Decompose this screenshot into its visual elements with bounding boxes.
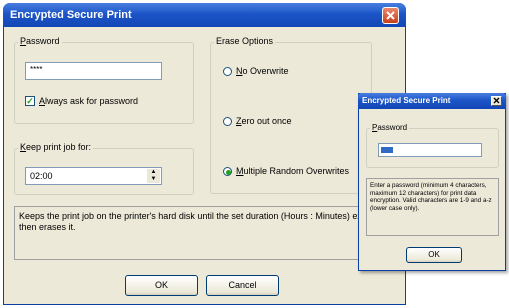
no-overwrite-label: No Overwrite (236, 66, 289, 76)
cancel-button[interactable]: Cancel (206, 275, 279, 296)
description-text: Keeps the print job on the printer's har… (19, 211, 362, 232)
spinner-down-button[interactable]: ▼ (147, 176, 160, 183)
spinner-up-button[interactable]: ▲ (147, 169, 160, 176)
always-ask-checkbox[interactable]: ✓ (25, 96, 35, 106)
ok-label: OK (154, 280, 168, 290)
popup-close-button[interactable] (491, 96, 502, 106)
zero-out-once-label: Zero out once (236, 116, 292, 126)
zero-out-once-radio[interactable] (223, 117, 232, 126)
always-ask-label: Always ask for password (39, 96, 139, 106)
close-icon (386, 11, 395, 20)
multiple-random-overwrites-radio[interactable] (223, 167, 232, 176)
popup-info-box: Enter a password (minimum 4 characters, … (366, 178, 499, 236)
password-group-legend: Password (18, 36, 62, 46)
cancel-label: Cancel (228, 280, 257, 290)
no-overwrite-radio[interactable] (223, 67, 232, 76)
ok-button[interactable]: OK (125, 275, 198, 296)
keep-time-value: 02:00 (30, 171, 53, 181)
multiple-random-overwrites-label: Multiple Random Overwrites (236, 166, 350, 176)
keep-print-job-legend: Keep print job for: (18, 142, 94, 152)
popup-window-title: Encrypted Secure Print (362, 96, 451, 105)
popup-info-text: Enter a password (minimum 4 characters, … (370, 182, 492, 212)
close-icon (493, 97, 500, 104)
popup-ok-button[interactable]: OK (406, 247, 462, 263)
erase-options-legend: Erase Options (214, 36, 276, 46)
popup-password-input[interactable] (378, 143, 482, 157)
description-box: Keeps the print job on the printer's har… (14, 206, 380, 260)
popup-ok-label: OK (428, 250, 440, 259)
popup-password-legend: Password (370, 123, 410, 132)
popup-password-selection (381, 147, 393, 153)
main-window-title: Encrypted Secure Print (10, 9, 132, 21)
password-group (14, 42, 194, 124)
close-button[interactable] (382, 7, 399, 24)
password-input[interactable]: **** (25, 62, 162, 80)
keep-time-spinner[interactable]: 02:00 ▲ ▼ (25, 167, 162, 185)
